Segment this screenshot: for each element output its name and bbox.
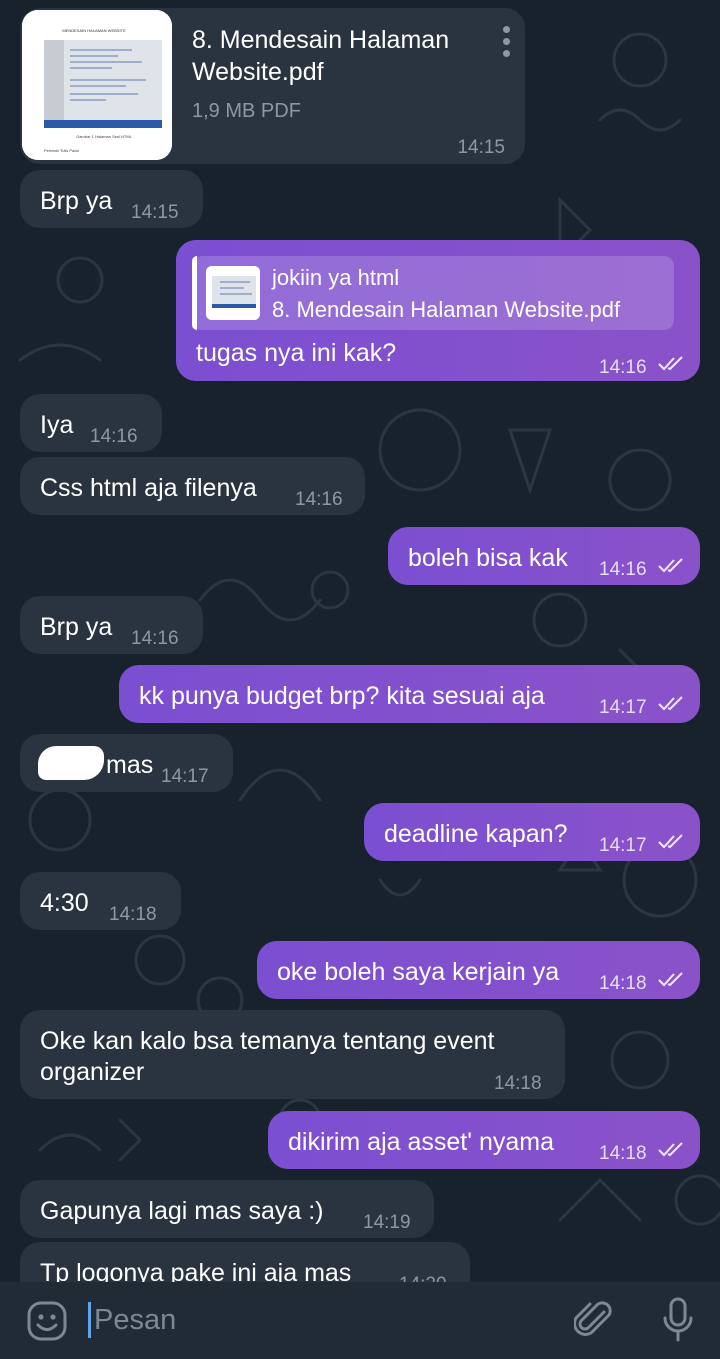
incoming-message[interactable]: 4:30 14:18 [20,872,181,930]
message-text: Brp ya [40,187,113,215]
message-time: 14:19 [363,1212,411,1233]
reply-preview[interactable]: jokiin ya html 8. Mendesain Halaman Webs… [192,256,674,330]
reply-file-name: 8. Mendesain Halaman Website.pdf [272,297,621,322]
message-time: 14:16 [131,628,179,649]
message-time: 14:16 [599,559,647,580]
message-time: 14:18 [494,1073,542,1094]
message-time: 14:15 [457,137,505,158]
outgoing-message[interactable]: deadline kapan? 14:17 [364,803,700,861]
incoming-message[interactable]: Oke kan kalo bsa temanya tentang event o… [20,1010,565,1099]
outgoing-reply-message[interactable]: jokiin ya html 8. Mendesain Halaman Webs… [176,240,700,381]
incoming-message[interactable]: Gapunya lagi mas saya :) 14:19 [20,1180,434,1238]
message-time: 14:20 [399,1269,447,1282]
text-cursor [88,1302,91,1338]
file-name: 8. Mendesain Halaman Website.pdf [192,24,449,88]
double-check-icon [658,972,683,987]
reply-accent-bar [192,256,197,330]
message-time: 14:16 [599,357,647,378]
message-time: 14:17 [599,835,647,856]
message-text-line1: Oke kan kalo bsa temanya tentang event [40,1027,495,1055]
more-vertical-icon[interactable] [503,26,511,62]
message-time: 14:18 [109,904,157,925]
thumb-caption: Gambar 1 Halaman Sesi.HTML [76,134,133,139]
file-name-line2: Website.pdf [192,58,324,86]
double-check-icon [658,1142,683,1157]
message-time: 14:17 [599,697,647,718]
message-text: Css html aja filenya [40,474,257,502]
emoji-icon[interactable] [26,1300,68,1342]
message-text: 4:30 [40,889,89,917]
message-time: 14:18 [599,1143,647,1164]
message-text: Gapunya lagi mas saya :) [40,1197,324,1225]
incoming-message[interactable]: Iya 14:16 [20,394,162,452]
outgoing-message[interactable]: boleh bisa kak 14:16 [388,527,700,585]
reply-thumbnail [206,266,260,320]
message-text: deadline kapan? [384,820,568,848]
thumb-footer: Perintah Tulis Pada [44,148,79,153]
message-time: 14:16 [90,426,138,447]
message-text: Oke kan kalo bsa temanya tentang event o… [40,1026,494,1088]
message-text: Brp ya [40,613,113,641]
reply-title: jokiin ya html [272,265,400,290]
double-check-icon [658,834,683,849]
outgoing-message[interactable]: oke boleh saya kerjain ya 14:18 [257,941,700,999]
message-time: 14:18 [599,973,647,994]
redaction-mark [38,746,104,780]
message-text: kk punya budget brp? kita sesuai aja [139,682,545,710]
file-message-bubble[interactable]: MENDESAIN HALAMAN WEBSITE Gambar 1 Halam… [20,8,525,164]
message-text: Iya [40,411,74,439]
incoming-message[interactable]: mas 14:17 [20,734,233,792]
incoming-message[interactable]: Brp ya 14:16 [20,596,203,654]
message-time: 14:16 [295,489,343,510]
message-time: 14:15 [131,202,179,223]
incoming-message[interactable]: Css html aja filenya 14:16 [20,457,365,515]
pdf-thumbnail[interactable]: MENDESAIN HALAMAN WEBSITE Gambar 1 Halam… [22,10,172,160]
message-text: Tp logonya pake ini aja mas [40,1259,352,1282]
message-text: tugas nya ini kak? [196,339,397,367]
message-text: boleh bisa kak [408,544,568,572]
double-check-icon [658,356,683,371]
message-time: 14:17 [161,766,209,787]
incoming-message[interactable]: Brp ya 14:15 [20,170,203,228]
message-text: mas [106,751,154,779]
paperclip-icon[interactable] [574,1300,614,1342]
outgoing-message[interactable]: kk punya budget brp? kita sesuai aja 14:… [119,665,700,723]
outgoing-message[interactable]: dikirim aja asset' nyama 14:18 [268,1111,700,1169]
microphone-icon[interactable] [660,1296,696,1344]
file-size: 1,9 MB PDF [192,100,301,122]
file-name-line1: 8. Mendesain Halaman [192,26,450,54]
message-text: oke boleh saya kerjain ya [277,958,560,986]
message-text-line2: organizer [40,1058,145,1086]
double-check-icon [658,696,683,711]
message-input[interactable]: Pesan [94,1304,176,1337]
message-text: dikirim aja asset' nyama [288,1128,554,1156]
message-list[interactable]: MENDESAIN HALAMAN WEBSITE Gambar 1 Halam… [0,0,720,1282]
thumb-title: MENDESAIN HALAMAN WEBSITE [62,28,126,33]
incoming-message[interactable]: Tp logonya pake ini aja mas 14:20 [20,1242,470,1282]
double-check-icon [658,558,683,573]
message-input-bar: Pesan [0,1282,720,1359]
